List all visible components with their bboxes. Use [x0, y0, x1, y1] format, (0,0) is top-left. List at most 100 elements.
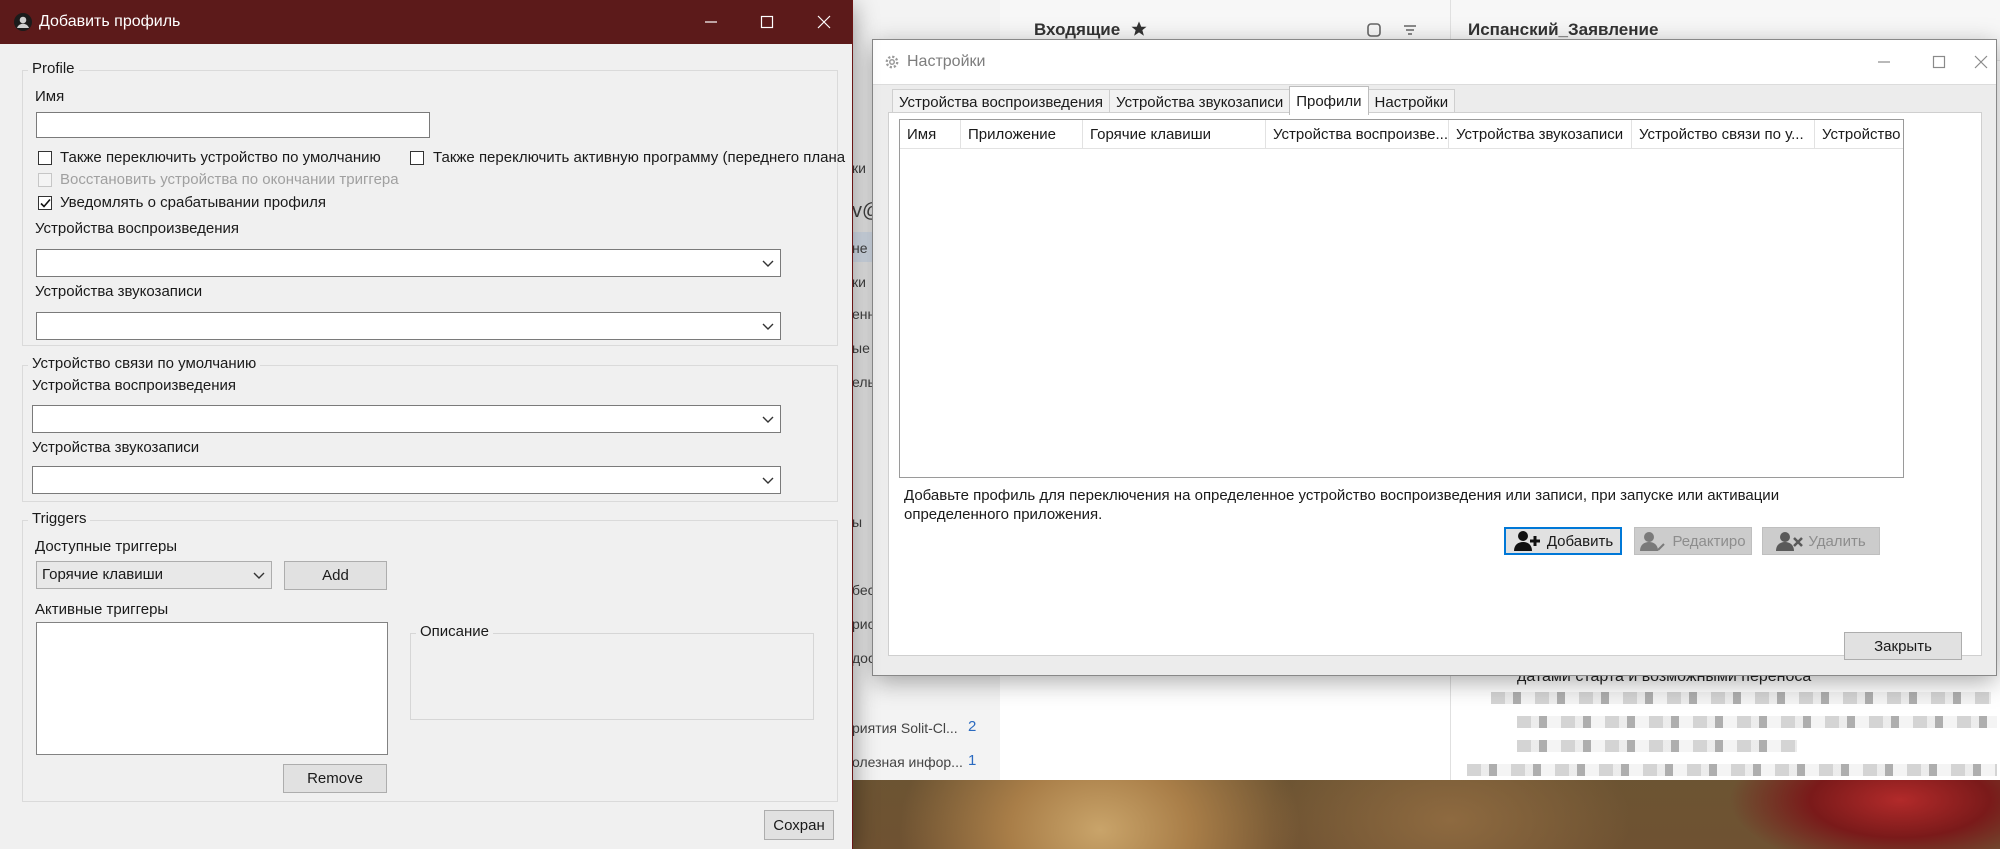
notify-label: Уведомлять о срабатывании профиля — [60, 194, 326, 211]
chevron-down-icon — [762, 323, 774, 330]
triggers-group-title: Triggers — [28, 510, 91, 527]
folder-item[interactable]: дос — [852, 650, 875, 666]
redacted-text — [1467, 764, 1997, 776]
redacted-text — [1491, 692, 1991, 704]
tab-recording[interactable]: Устройства звукозаписи — [1109, 89, 1291, 114]
folder-item[interactable]: не — [852, 240, 868, 256]
folder-item[interactable]: ы — [852, 514, 862, 530]
redacted-text — [1517, 740, 1797, 752]
maximize-button[interactable] — [1911, 40, 1967, 84]
settings-window: Настройки Устройства воспроизведения Уст… — [873, 40, 1996, 675]
folder-item[interactable]: ки — [852, 274, 866, 290]
column-header-communication[interactable]: Устройство связи по у... — [1632, 120, 1815, 148]
folder-item[interactable]: ые — [852, 340, 870, 356]
active-triggers-list[interactable] — [36, 622, 388, 755]
profiles-hint: Добавьте профиль для переключения на опр… — [904, 486, 1804, 524]
maximize-button[interactable] — [739, 0, 795, 44]
column-header-device[interactable]: Устройство — [1815, 120, 1903, 148]
maximize-icon — [760, 15, 774, 29]
unread-count: 1 — [968, 752, 977, 769]
close-window-button[interactable] — [796, 0, 852, 44]
hint-line: Добавьте профиль для переключения на опр… — [904, 487, 1780, 504]
comm-recording-label: Устройства звукозаписи — [32, 439, 200, 456]
tab-settings[interactable]: Настройки — [1367, 89, 1456, 114]
delete-profile-label: Удалить — [1808, 532, 1866, 550]
column-header-recording[interactable]: Устройства звукозаписи — [1449, 120, 1632, 148]
column-header-name[interactable]: Имя — [900, 120, 961, 148]
trigger-type-select[interactable]: Горячие клавиши — [36, 561, 272, 589]
tab-profiles[interactable]: Профили — [1289, 86, 1369, 115]
edit-profile-label: Редактиро — [1672, 532, 1746, 550]
minimize-button[interactable] — [1856, 40, 1912, 84]
folder-item[interactable]: ки — [852, 160, 866, 176]
select-mode-icon[interactable] — [1366, 22, 1382, 38]
recording-device-select[interactable] — [36, 312, 781, 340]
settings-titlebar[interactable]: Настройки — [873, 40, 1996, 85]
comm-playback-select[interactable] — [32, 405, 781, 433]
maximize-icon — [1932, 55, 1946, 69]
add-profile-button[interactable]: Добавить — [1504, 527, 1622, 555]
chevron-down-icon — [762, 416, 774, 423]
folder-item[interactable]: бес — [852, 582, 875, 598]
message-subject: Испанский_Заявление — [1468, 20, 1659, 39]
playback-device-select[interactable] — [36, 249, 781, 277]
folder-item[interactable]: ель — [852, 374, 875, 390]
add-trigger-button[interactable]: Add — [284, 561, 387, 590]
chevron-down-icon — [762, 260, 774, 267]
profile-name-input[interactable] — [36, 112, 430, 138]
switch-default-label: Также переключить устройство по умолчани… — [60, 149, 381, 166]
add-profile-label: Добавить — [1546, 532, 1614, 550]
remove-trigger-button[interactable]: Remove — [283, 764, 387, 793]
close-window-button[interactable] — [1966, 40, 1996, 84]
star-icon[interactable] — [1130, 20, 1148, 38]
filter-icon[interactable] — [1402, 22, 1418, 38]
close-icon — [1974, 55, 1988, 69]
edit-user-icon — [1640, 532, 1666, 551]
folder-item[interactable]: олезная инфор... — [852, 754, 963, 770]
delete-profile-button[interactable]: Удалить — [1762, 527, 1880, 555]
add-profile-titlebar[interactable]: Добавить профиль — [0, 0, 852, 44]
add-user-icon — [1513, 531, 1540, 551]
settings-tabs: Устройства воспроизведения Устройства зв… — [892, 86, 1456, 115]
tab-playback[interactable]: Устройства воспроизведения — [892, 89, 1111, 114]
profile-group-title: Profile — [28, 60, 79, 77]
settings-title: Настройки — [907, 53, 986, 70]
description-group — [410, 633, 814, 720]
minimize-button[interactable] — [683, 0, 739, 44]
checkmark-icon — [40, 198, 51, 208]
remove-user-icon — [1776, 532, 1804, 551]
add-profile-title: Добавить профиль — [39, 13, 181, 30]
communication-group-title: Устройство связи по умолчанию — [28, 355, 261, 372]
switch-foreground-checkbox[interactable] — [410, 151, 424, 165]
minimize-icon — [1878, 61, 1890, 63]
restore-devices-label: Восстановить устройства по окончании три… — [60, 171, 399, 188]
minimize-icon — [705, 21, 717, 23]
trigger-type-value: Горячие клавиши — [42, 566, 164, 583]
hint-line: определенного приложения. — [904, 506, 1103, 523]
switch-default-checkbox[interactable] — [38, 151, 52, 165]
close-button[interactable]: Закрыть — [1844, 632, 1962, 660]
edit-profile-button[interactable]: Редактиро — [1634, 527, 1752, 555]
switch-foreground-label: Также переключить активную программу (пе… — [433, 149, 846, 166]
chevron-down-icon — [762, 477, 774, 484]
folder-item[interactable]: енн — [852, 306, 875, 322]
user-icon — [14, 13, 32, 31]
folder-item[interactable]: риятия Solit-Cl... — [852, 720, 958, 736]
available-triggers-label: Доступные триггеры — [35, 538, 178, 555]
folder-item[interactable]: рис — [852, 616, 875, 632]
active-triggers-label: Активные триггеры — [35, 601, 169, 618]
chevron-down-icon — [253, 572, 265, 579]
unread-count: 2 — [968, 718, 977, 735]
profiles-table[interactable]: Имя Приложение Горячие клавиши Устройств… — [899, 119, 1904, 478]
comm-recording-select[interactable] — [32, 466, 781, 494]
notify-checkbox[interactable] — [38, 196, 52, 210]
column-header-application[interactable]: Приложение — [961, 120, 1083, 148]
add-profile-window: Добавить профиль Profile Имя Также перек… — [0, 0, 852, 849]
restore-devices-checkbox[interactable] — [38, 173, 52, 187]
save-button[interactable]: Сохран — [764, 810, 834, 840]
column-header-hotkeys[interactable]: Горячие клавиши — [1083, 120, 1266, 148]
close-icon — [817, 15, 831, 29]
column-header-playback[interactable]: Устройства воспроизве... — [1266, 120, 1449, 148]
description-group-title: Описание — [416, 623, 494, 640]
redacted-text — [1517, 716, 1997, 728]
